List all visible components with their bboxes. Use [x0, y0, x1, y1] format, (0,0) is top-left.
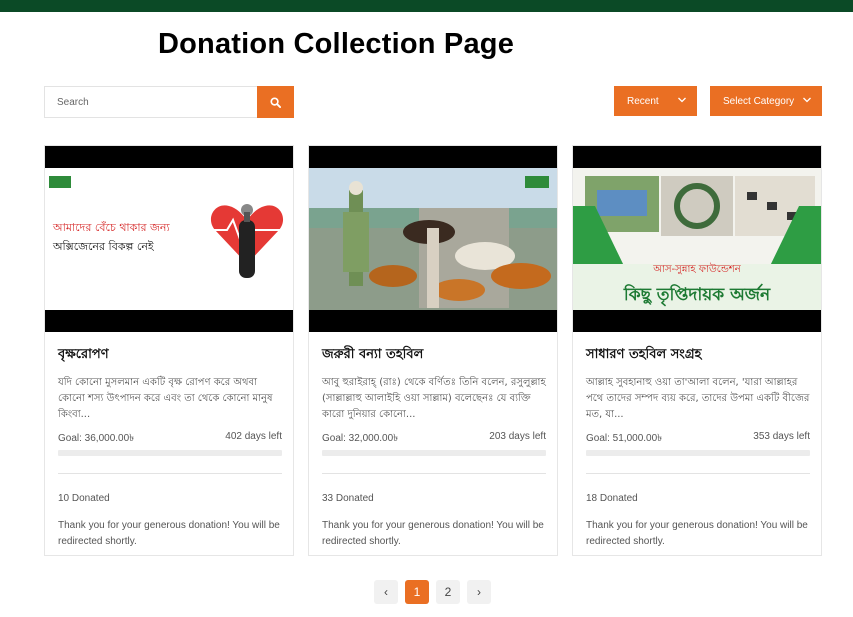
card-image-flood-relief[interactable]: [309, 146, 557, 332]
pagination-page-1[interactable]: 1: [405, 580, 429, 604]
days-left: 402 days left: [225, 431, 282, 442]
page-title: Donation Collection Page: [158, 28, 515, 60]
days-left: 203 days left: [489, 431, 546, 442]
donation-card[interactable]: আমাদের বেঁচে থাকার জন্য অক্সিজেনের বিকল্…: [44, 145, 294, 556]
donated-count: 33 Donated: [322, 493, 374, 504]
goal-amount: Goal: 51,000.00৳: [586, 433, 663, 444]
search-input[interactable]: [44, 86, 257, 118]
donation-card[interactable]: জরুরী বন্যা তহবিল আবু হুরাইরাহ্ (রাঃ) থে…: [308, 145, 558, 556]
days-left: 353 days left: [753, 431, 810, 442]
sort-dropdown[interactable]: Recent: [614, 86, 697, 116]
pagination-next-button[interactable]: ›: [467, 580, 491, 604]
card-title[interactable]: সাধারণ তহবিল সংগ্রহ: [586, 345, 701, 366]
pagination-prev-button[interactable]: ‹: [374, 580, 398, 604]
thank-you-message: Thank you for your generous donation! Yo…: [58, 520, 280, 547]
banner-text-2: অক্সিজেনের বিকল্প নেই: [52, 240, 155, 253]
goal-amount: Goal: 36,000.00৳: [58, 433, 135, 444]
logo-icon: [49, 176, 71, 188]
progress-bar: [322, 450, 546, 456]
banner-text-2: কিছু তৃপ্তিদায়ক অর্জন: [623, 283, 771, 306]
donated-count: 10 Donated: [58, 493, 110, 504]
search-button[interactable]: [257, 86, 294, 118]
goal-amount: Goal: 32,000.00৳: [322, 433, 399, 444]
top-bar: [0, 0, 853, 12]
divider: [322, 473, 546, 474]
sort-dropdown-label: Recent: [627, 95, 659, 107]
card-image-general-fund[interactable]: আস-সুন্নাহ ফাউন্ডেশন কিছু তৃপ্তিদায়ক অর…: [573, 146, 821, 332]
divider: [586, 473, 810, 474]
banner-text-1: আমাদের বেঁচে থাকার জন্য: [52, 220, 170, 234]
donation-card[interactable]: আস-সুন্নাহ ফাউন্ডেশন কিছু তৃপ্তিদায়ক অর…: [572, 145, 822, 556]
divider: [58, 473, 282, 474]
chevron-down-icon: [678, 97, 686, 103]
category-dropdown-label: Select Category: [723, 95, 795, 107]
donated-count: 18 Donated: [586, 493, 638, 504]
banner-text-1: আস-সুন্নাহ ফাউন্ডেশন: [652, 262, 741, 275]
search-icon: [270, 96, 281, 108]
card-description: আবু হুরাইরাহ্ (রাঃ) থেকে বর্ণিতঃ তিনি বল…: [322, 377, 546, 420]
thank-you-message: Thank you for your generous donation! Yo…: [322, 520, 544, 547]
card-title[interactable]: বৃক্ষরোপণ: [58, 345, 109, 366]
card-description: আল্লাহ সুবহানাহু ওয়া তা'আলা বলেন, 'যারা…: [586, 377, 810, 420]
progress-bar: [58, 450, 282, 456]
thank-you-message: Thank you for your generous donation! Yo…: [586, 520, 808, 547]
category-dropdown[interactable]: Select Category: [710, 86, 822, 116]
card-title[interactable]: জরুরী বন্যা তহবিল: [322, 345, 423, 366]
card-image-tree-plantation[interactable]: আমাদের বেঁচে থাকার জন্য অক্সিজেনের বিকল্…: [45, 146, 293, 332]
pagination-page-2[interactable]: 2: [436, 580, 460, 604]
progress-bar: [586, 450, 810, 456]
search-box: [44, 86, 294, 118]
chevron-down-icon: [803, 97, 811, 103]
card-description: যদি কোনো মুসলমান একটি বৃক্ষ রোপণ করে অথব…: [58, 377, 273, 420]
